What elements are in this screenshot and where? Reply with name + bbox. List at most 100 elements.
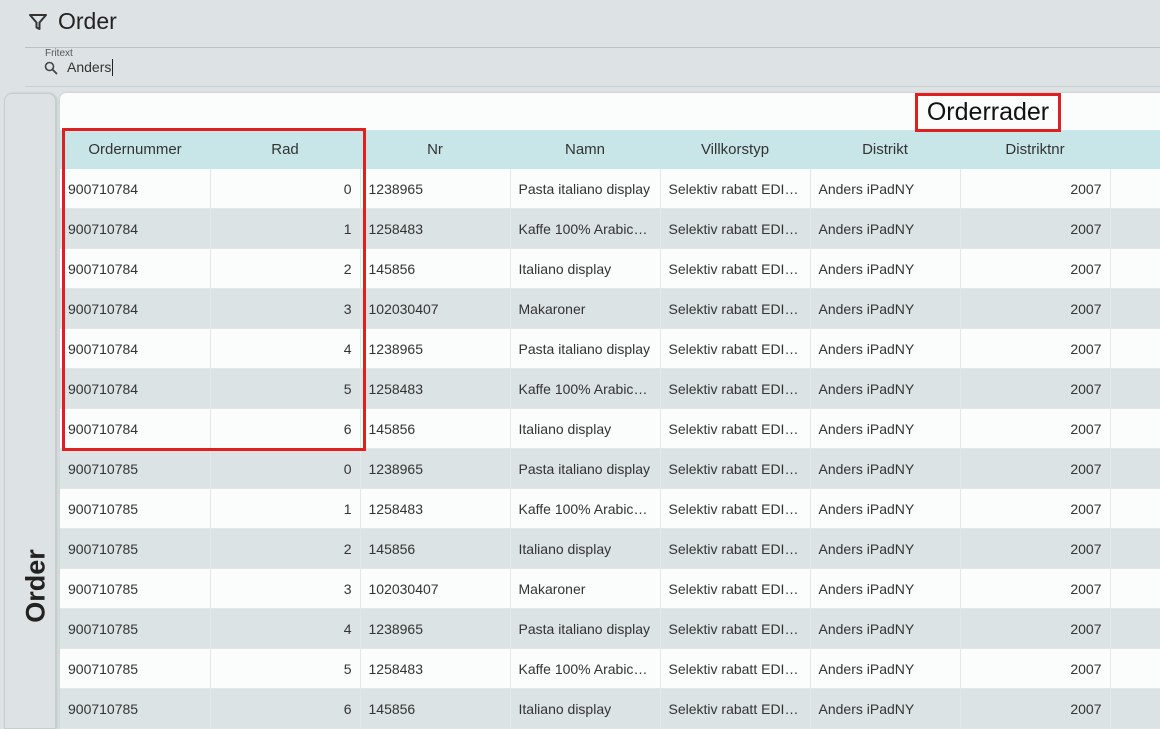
cell-rad: 6 bbox=[210, 408, 361, 449]
cell-distriktnr: 2007 bbox=[960, 448, 1111, 489]
cell-nr: 145856 bbox=[360, 688, 511, 729]
cell-rad: 3 bbox=[210, 568, 361, 609]
cell-nr: 145856 bbox=[360, 408, 511, 449]
cell-nr: 1258483 bbox=[360, 488, 511, 529]
column-header-nr[interactable]: Nr bbox=[360, 130, 510, 169]
cell-ordernummer: 900710784 bbox=[60, 368, 211, 409]
cell-ordernummer: 900710785 bbox=[60, 568, 211, 609]
cell-rad: 2 bbox=[210, 248, 361, 289]
table-row[interactable]: 900710785 0 1238965 Pasta italiano display S… bbox=[60, 448, 1160, 489]
column-header-distriktnr[interactable]: Distriktnr bbox=[960, 130, 1110, 169]
table-row[interactable]: 900710784 2 145856 Italiano display Selektiv… bbox=[60, 248, 1160, 289]
cell-extra bbox=[1110, 368, 1160, 409]
cell-distrikt: Anders iPadNY bbox=[810, 408, 961, 449]
cell-ordernummer: 900710785 bbox=[60, 608, 211, 649]
cell-distrikt: Anders iPadNY bbox=[810, 608, 961, 649]
cell-villkorstyp: Selektiv rabatt EDI order bbox=[660, 608, 811, 649]
cell-extra bbox=[1110, 448, 1160, 489]
column-header-namn[interactable]: Namn bbox=[510, 130, 660, 169]
search-input[interactable]: Anders bbox=[67, 59, 114, 76]
table-row[interactable]: 900710785 4 1238965 Pasta italiano display S… bbox=[60, 608, 1160, 649]
cell-nr: 102030407 bbox=[360, 288, 511, 329]
cell-ordernummer: 900710784 bbox=[60, 208, 211, 249]
cell-distriktnr: 2007 bbox=[960, 288, 1111, 329]
cell-namn: Kaffe 100% Arabica 50... bbox=[510, 648, 661, 689]
table-row[interactable]: 900710784 0 1238965 Pasta italiano display S… bbox=[60, 169, 1160, 209]
cell-ordernummer: 900710785 bbox=[60, 528, 211, 569]
table-row[interactable]: 900710784 1 1258483 Kaffe 100% Arabica 50..… bbox=[60, 208, 1160, 249]
cell-rad: 1 bbox=[210, 488, 361, 529]
cell-villkorstyp: Selektiv rabatt EDI order bbox=[660, 368, 811, 409]
column-header-ordernummer[interactable]: Ordernummer bbox=[60, 130, 210, 169]
side-tab-order[interactable]: Order bbox=[4, 93, 56, 729]
cell-ordernummer: 900710785 bbox=[60, 688, 211, 729]
cell-distriktnr: 2007 bbox=[960, 648, 1111, 689]
table-row[interactable]: 900710785 2 145856 Italiano display Selektiv… bbox=[60, 528, 1160, 569]
cell-namn: Italiano display bbox=[510, 408, 661, 449]
table-row[interactable]: 900710784 6 145856 Italiano display Selektiv… bbox=[60, 408, 1160, 449]
cell-rad: 1 bbox=[210, 208, 361, 249]
cell-namn: Italiano display bbox=[510, 688, 661, 729]
cell-extra bbox=[1110, 208, 1160, 249]
cell-namn: Kaffe 100% Arabica 50... bbox=[510, 488, 661, 529]
cell-extra bbox=[1110, 648, 1160, 689]
cell-nr: 1238965 bbox=[360, 608, 511, 649]
cell-nr: 102030407 bbox=[360, 568, 511, 609]
cell-extra bbox=[1110, 288, 1160, 329]
column-header-distrikt[interactable]: Distrikt bbox=[810, 130, 960, 169]
cell-namn: Pasta italiano display bbox=[510, 608, 661, 649]
cell-villkorstyp: Selektiv rabatt EDI order bbox=[660, 648, 811, 689]
cell-villkorstyp: Selektiv rabatt EDI order bbox=[660, 568, 811, 609]
table-row[interactable]: 900710785 3 102030407 Makaroner Selektiv rab… bbox=[60, 568, 1160, 609]
side-tab-label: Order bbox=[20, 549, 51, 623]
cell-nr: 145856 bbox=[360, 528, 511, 569]
cell-distriktnr: 2007 bbox=[960, 608, 1111, 649]
cell-ordernummer: 900710784 bbox=[60, 248, 211, 289]
cell-distrikt: Anders iPadNY bbox=[810, 688, 961, 729]
cell-villkorstyp: Selektiv rabatt EDI order bbox=[660, 288, 811, 329]
cell-rad: 5 bbox=[210, 648, 361, 689]
cell-namn: Kaffe 100% Arabica 50... bbox=[510, 368, 661, 409]
cell-extra bbox=[1110, 568, 1160, 609]
cell-distriktnr: 2007 bbox=[960, 208, 1111, 249]
order-rows-table: Ordernummer Rad Nr Namn Villkorstyp Dist… bbox=[60, 130, 1160, 729]
cell-distriktnr: 2007 bbox=[960, 688, 1111, 729]
cell-rad: 0 bbox=[210, 448, 361, 489]
filter-icon[interactable] bbox=[28, 12, 48, 32]
cell-extra bbox=[1110, 488, 1160, 529]
column-header-villkorstyp[interactable]: Villkorstyp bbox=[660, 130, 810, 169]
cell-nr: 1238965 bbox=[360, 448, 511, 489]
cell-ordernummer: 900710784 bbox=[60, 328, 211, 369]
column-header-extra[interactable] bbox=[1110, 130, 1160, 169]
table-row[interactable]: 900710784 5 1258483 Kaffe 100% Arabica 50..… bbox=[60, 368, 1160, 409]
cell-extra bbox=[1110, 169, 1160, 209]
cell-distriktnr: 2007 bbox=[960, 328, 1111, 369]
cell-nr: 1258483 bbox=[360, 208, 511, 249]
cell-nr: 1258483 bbox=[360, 648, 511, 689]
cell-nr: 1238965 bbox=[360, 169, 511, 209]
page-title: Order bbox=[58, 8, 117, 34]
cell-distriktnr: 2007 bbox=[960, 169, 1111, 209]
cell-distrikt: Anders iPadNY bbox=[810, 288, 961, 329]
cell-rad: 5 bbox=[210, 368, 361, 409]
table-row[interactable]: 900710785 5 1258483 Kaffe 100% Arabica 50..… bbox=[60, 648, 1160, 689]
column-header-rad[interactable]: Rad bbox=[210, 130, 360, 169]
table-row[interactable]: 900710785 6 145856 Italiano display Selektiv… bbox=[60, 688, 1160, 729]
cell-namn: Italiano display bbox=[510, 528, 661, 569]
table-row[interactable]: 900710785 1 1258483 Kaffe 100% Arabica 50..… bbox=[60, 488, 1160, 529]
orderrader-panel: Ordernummer Rad Nr Namn Villkorstyp Dist… bbox=[60, 93, 1160, 729]
table-row[interactable]: 900710784 3 102030407 Makaroner Selektiv rab… bbox=[60, 288, 1160, 329]
table-header-row: Ordernummer Rad Nr Namn Villkorstyp Dist… bbox=[60, 130, 1160, 169]
cell-namn: Pasta italiano display bbox=[510, 448, 661, 489]
cell-ordernummer: 900710784 bbox=[60, 169, 211, 209]
cell-namn: Makaroner bbox=[510, 288, 661, 329]
search-field[interactable]: Fritext Anders bbox=[38, 48, 438, 84]
cell-ordernummer: 900710785 bbox=[60, 488, 211, 529]
cell-extra bbox=[1110, 608, 1160, 649]
cell-namn: Pasta italiano display bbox=[510, 328, 661, 369]
panel-title: Orderrader bbox=[915, 93, 1061, 132]
table-row[interactable]: 900710784 4 1238965 Pasta italiano display S… bbox=[60, 328, 1160, 369]
cell-rad: 0 bbox=[210, 169, 361, 209]
cell-distrikt: Anders iPadNY bbox=[810, 568, 961, 609]
cell-distriktnr: 2007 bbox=[960, 408, 1111, 449]
